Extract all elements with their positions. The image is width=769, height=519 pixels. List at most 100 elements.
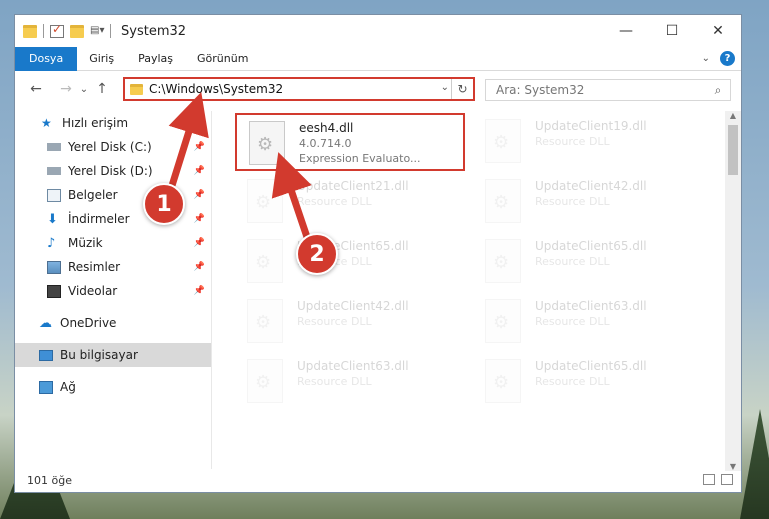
new-folder-icon[interactable] <box>70 24 84 38</box>
back-button[interactable]: ← <box>25 81 47 97</box>
documents-icon <box>47 188 61 202</box>
file-item[interactable]: UpdateClient65.dll Resource DLL <box>235 233 465 291</box>
ribbon-expand-icon[interactable]: ⌄ <box>702 53 710 64</box>
minimize-button[interactable]: — <box>603 15 649 47</box>
help-icon[interactable]: ? <box>720 51 735 66</box>
pin-icon[interactable]: 📌 <box>194 166 205 176</box>
videos-icon <box>47 284 61 298</box>
sidebar-item-music[interactable]: ♪ Müzik 📌 <box>15 231 211 255</box>
chevron-down-icon[interactable]: ⌄ <box>441 82 449 93</box>
recent-locations-button[interactable]: ⌄ <box>77 84 91 95</box>
dll-file-icon <box>485 119 521 163</box>
dll-file-icon <box>247 359 283 403</box>
file-item[interactable]: UpdateClient65.dll Resource DLL <box>473 233 703 291</box>
file-name: UpdateClient65.dll <box>535 359 647 373</box>
tab-paylas[interactable]: Paylaş <box>126 47 185 71</box>
sidebar-item-label: Resimler <box>68 260 121 274</box>
file-version: 4.0.714.0 <box>299 137 352 150</box>
properties-icon[interactable] <box>50 22 64 38</box>
toolbar-divider <box>43 24 44 38</box>
close-button[interactable]: ✕ <box>695 15 741 47</box>
sidebar-item-pictures[interactable]: Resimler 📌 <box>15 255 211 279</box>
tab-dosya[interactable]: Dosya <box>15 46 78 71</box>
file-name: UpdateClient21.dll <box>297 179 409 193</box>
folder-icon <box>23 24 37 38</box>
sidebar-item-this-pc[interactable]: Bu bilgisayar <box>15 343 211 367</box>
file-description: Resource DLL <box>297 375 372 388</box>
computer-icon <box>39 349 53 361</box>
file-name: UpdateClient19.dll <box>535 119 647 133</box>
refresh-button[interactable]: ↻ <box>451 79 473 99</box>
pin-icon[interactable]: 📌 <box>194 214 205 224</box>
customize-toolbar-icon[interactable]: ▤▾ <box>90 25 104 38</box>
large-icons-view-icon[interactable] <box>721 474 733 485</box>
file-item[interactable]: UpdateClient65.dll Resource DLL <box>473 353 703 411</box>
dll-file-icon <box>485 179 521 223</box>
pictures-icon <box>47 260 61 274</box>
pin-icon[interactable]: 📌 <box>194 190 205 200</box>
dll-file-icon <box>485 299 521 343</box>
forward-button[interactable]: → <box>55 81 77 97</box>
file-description: Resource DLL <box>297 195 372 208</box>
download-icon: ⬇ <box>47 211 58 227</box>
sidebar-item-label: Ağ <box>60 380 76 394</box>
music-icon: ♪ <box>47 235 56 251</box>
sidebar-item-quick-access[interactable]: ★ Hızlı erişim <box>15 111 211 135</box>
file-item[interactable]: UpdateClient63.dll Resource DLL <box>473 293 703 351</box>
file-item[interactable]: UpdateClient21.dll Resource DLL <box>235 173 465 231</box>
dll-file-icon <box>247 239 283 283</box>
sidebar-item-label: OneDrive <box>60 316 117 330</box>
address-bar[interactable]: C:\Windows\System32 ⌄ ↻ <box>123 77 475 101</box>
maximize-button[interactable]: ☐ <box>649 15 695 47</box>
file-item[interactable]: UpdateClient63.dll Resource DLL <box>235 353 465 411</box>
sidebar-item-onedrive[interactable]: ☁ OneDrive <box>15 311 211 335</box>
file-description: Resource DLL <box>535 195 610 208</box>
drive-icon <box>47 167 61 175</box>
quick-access-toolbar: ▤▾ <box>15 22 111 38</box>
tab-giris[interactable]: Giriş <box>77 47 126 71</box>
sidebar-item-disk-d[interactable]: Yerel Disk (D:) 📌 <box>15 159 211 183</box>
sidebar-item-label: Yerel Disk (C:) <box>68 140 152 154</box>
pin-icon[interactable]: 📌 <box>194 286 205 296</box>
navigation-bar: ← → ⌄ ↑ C:\Windows\System32 ⌄ ↻ ⌕ <box>15 71 741 107</box>
dll-file-icon <box>485 239 521 283</box>
pin-icon[interactable]: 📌 <box>194 262 205 272</box>
dll-file-icon <box>247 299 283 343</box>
sidebar-item-network[interactable]: Ağ <box>15 375 211 399</box>
tab-gorunum[interactable]: Görünüm <box>185 47 260 71</box>
dll-file-icon <box>485 359 521 403</box>
step-1-badge: 1 <box>143 183 185 225</box>
sidebar-item-disk-c[interactable]: Yerel Disk (C:) 📌 <box>15 135 211 159</box>
sidebar-item-label: Yerel Disk (D:) <box>68 164 153 178</box>
up-button[interactable]: ↑ <box>91 81 113 97</box>
file-description: Resource DLL <box>535 135 610 148</box>
scroll-up-icon[interactable]: ▲ <box>725 111 741 120</box>
pane-divider <box>211 111 212 469</box>
toolbar-divider <box>110 24 111 38</box>
scrollbar-thumb[interactable] <box>728 125 738 175</box>
sidebar-item-label: Hızlı erişim <box>62 116 129 130</box>
pin-icon[interactable]: 📌 <box>194 142 205 152</box>
address-path[interactable]: C:\Windows\System32 <box>149 82 283 96</box>
vertical-scrollbar[interactable]: ▲ ▼ <box>725 111 741 471</box>
pin-icon[interactable]: 📌 <box>194 238 205 248</box>
file-item[interactable]: UpdateClient19.dll Resource DLL <box>473 113 703 171</box>
folder-icon <box>130 83 143 95</box>
window-controls: — ☐ ✕ <box>603 15 741 47</box>
file-description: Resource DLL <box>535 375 610 388</box>
search-box[interactable]: ⌕ <box>485 79 731 101</box>
file-item[interactable]: UpdateClient42.dll Resource DLL <box>473 173 703 231</box>
file-item[interactable]: UpdateClient42.dll Resource DLL <box>235 293 465 351</box>
drive-icon <box>47 143 61 151</box>
step-2-badge: 2 <box>296 233 338 275</box>
dll-file-icon <box>247 179 283 223</box>
search-input[interactable] <box>486 83 706 97</box>
status-bar: 101 öğe <box>15 468 741 492</box>
file-description: Resource DLL <box>535 255 610 268</box>
navigation-pane: ★ Hızlı erişim Yerel Disk (C:) 📌 Yerel D… <box>15 111 211 469</box>
file-item-eesh4[interactable]: eesh4.dll 4.0.714.0 Expression Evaluato.… <box>235 113 465 171</box>
file-name: UpdateClient63.dll <box>535 299 647 313</box>
search-icon[interactable]: ⌕ <box>706 83 730 98</box>
sidebar-item-videos[interactable]: Videolar 📌 <box>15 279 211 303</box>
details-view-icon[interactable] <box>703 474 715 485</box>
